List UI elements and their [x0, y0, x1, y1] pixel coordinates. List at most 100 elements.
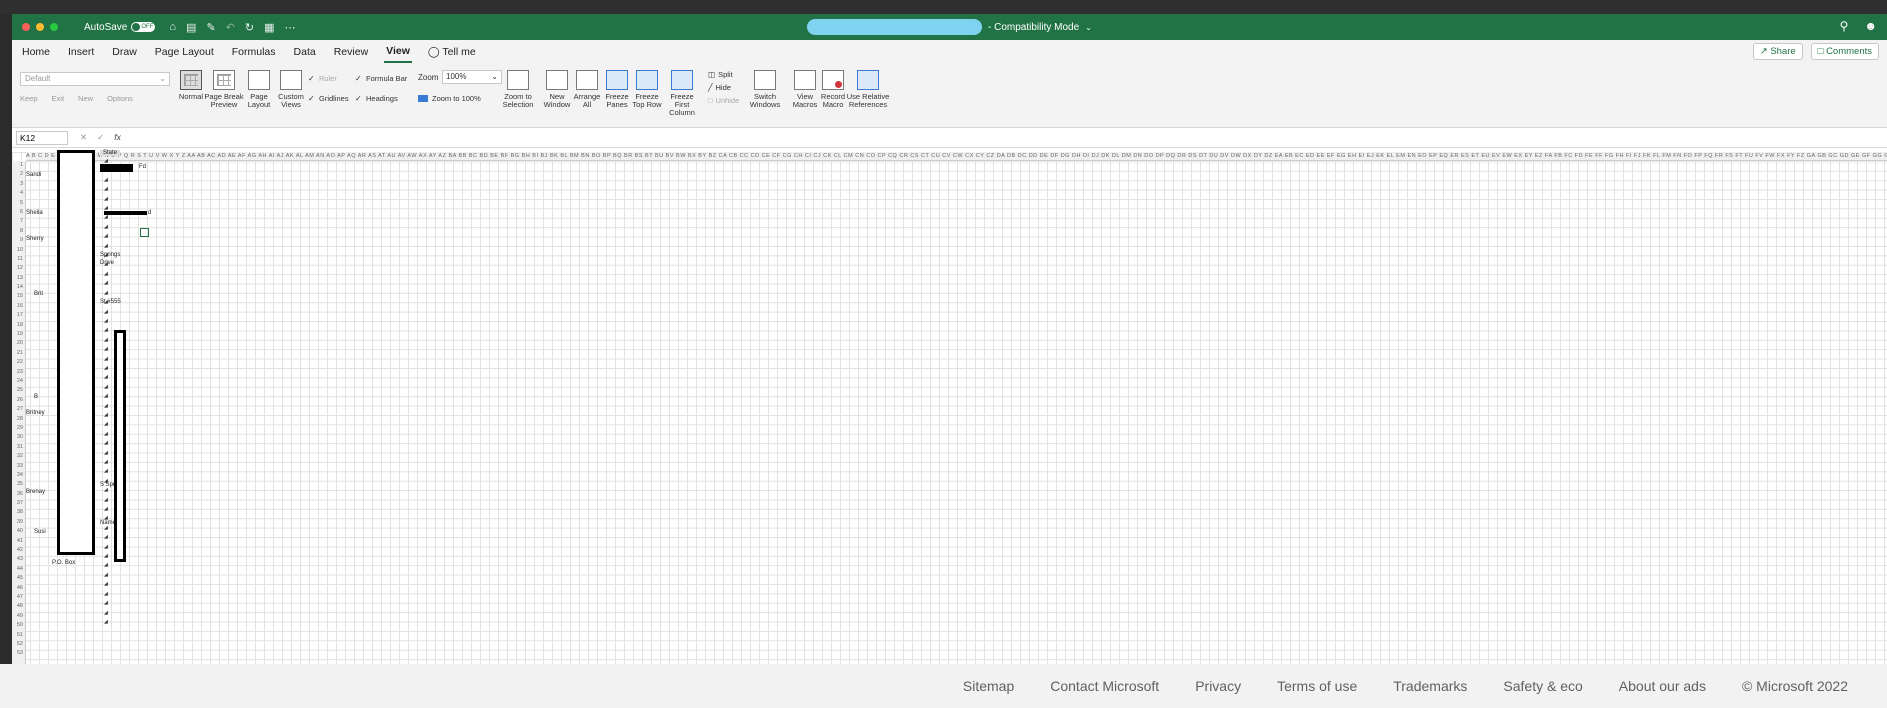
row-header[interactable]: 16 — [12, 302, 25, 311]
page-layout-button[interactable]: Page Layout — [244, 70, 274, 109]
record-macro-button[interactable]: Record Macro — [818, 70, 848, 109]
tab-draw[interactable]: Draw — [110, 42, 139, 62]
row-header[interactable]: 36 — [12, 490, 25, 499]
selected-cell-k12[interactable] — [140, 228, 149, 237]
tab-view[interactable]: View — [384, 41, 412, 63]
row-header[interactable]: 53 — [12, 649, 25, 658]
row-header[interactable]: 26 — [12, 396, 25, 405]
row-header[interactable]: 8 — [12, 227, 25, 236]
name-box[interactable]: K12 — [16, 130, 68, 145]
row-header[interactable]: 50 — [12, 621, 25, 630]
switch-windows-button[interactable]: Switch Windows — [748, 70, 782, 109]
tab-formulas[interactable]: Formulas — [230, 42, 278, 62]
edit-icon[interactable]: ✎ — [206, 21, 215, 34]
row-header[interactable]: 4 — [12, 189, 25, 198]
row-header[interactable]: 41 — [12, 537, 25, 546]
row-header[interactable]: 49 — [12, 612, 25, 621]
custom-views-button[interactable]: Custom Views — [274, 70, 308, 109]
footer-link-ads[interactable]: About our ads — [1619, 678, 1706, 694]
minimize-window-button[interactable] — [36, 23, 44, 31]
tab-insert[interactable]: Insert — [66, 42, 96, 62]
row-header[interactable]: 37 — [12, 499, 25, 508]
search-icon[interactable]: ⚲ — [1840, 19, 1849, 33]
options-button[interactable]: Options — [107, 94, 133, 103]
unhide-button[interactable]: □ Unhide — [708, 96, 739, 105]
row-header[interactable]: 39 — [12, 518, 25, 527]
row-header[interactable]: 43 — [12, 555, 25, 564]
new-button[interactable]: New — [78, 94, 93, 103]
row-header[interactable]: 28 — [12, 415, 25, 424]
footer-link-contact[interactable]: Contact Microsoft — [1050, 678, 1159, 694]
split-button[interactable]: ◫ Split — [708, 70, 733, 79]
row-header[interactable]: 7 — [12, 217, 25, 226]
person-icon[interactable]: ☻ — [1864, 19, 1877, 33]
row-header[interactable]: 11 — [12, 255, 25, 264]
footer-link-safety[interactable]: Safety & eco — [1503, 678, 1582, 694]
row-header[interactable]: 52 — [12, 640, 25, 649]
row-header[interactable]: 3 — [12, 180, 25, 189]
row-header[interactable]: 15 — [12, 292, 25, 301]
row-header[interactable]: 45 — [12, 574, 25, 583]
row-header[interactable]: 5 — [12, 199, 25, 208]
row-header[interactable]: 24 — [12, 377, 25, 386]
zoom-select[interactable]: 100% ⌄ — [442, 70, 502, 84]
row-header[interactable]: 23 — [12, 368, 25, 377]
gridlines-checkbox[interactable]: ✓ Gridlines — [308, 94, 349, 103]
tab-page-layout[interactable]: Page Layout — [153, 42, 216, 62]
row-header[interactable]: 25 — [12, 386, 25, 395]
worksheet-grid[interactable]: A B C D E F G H I J K L M N O P Q R S T … — [12, 150, 1887, 664]
row-header[interactable]: 35 — [12, 480, 25, 489]
row-header[interactable]: 17 — [12, 311, 25, 320]
new-window-button[interactable]: New Window — [542, 70, 572, 109]
row-header[interactable]: 1 — [12, 161, 25, 170]
row-header[interactable]: 14 — [12, 283, 25, 292]
footer-link-trademarks[interactable]: Trademarks — [1393, 678, 1467, 694]
ruler-checkbox[interactable]: ✓ Ruler — [308, 74, 337, 83]
row-header[interactable]: 42 — [12, 546, 25, 555]
row-header[interactable]: 18 — [12, 321, 25, 330]
undo-icon[interactable]: ↶ — [226, 21, 235, 34]
row-header[interactable]: 51 — [12, 631, 25, 640]
row-header[interactable]: 32 — [12, 452, 25, 461]
row-header[interactable]: 19 — [12, 330, 25, 339]
row-header[interactable]: 21 — [12, 349, 25, 358]
freeze-first-column-button[interactable]: Freeze First Column — [664, 70, 700, 117]
row-header[interactable]: 44 — [12, 565, 25, 574]
fx-icon[interactable]: fx — [114, 132, 121, 143]
cancel-icon[interactable]: ✕ — [80, 132, 87, 143]
keep-button[interactable]: Keep — [20, 94, 38, 103]
share-button[interactable]: ↗ Share — [1752, 43, 1803, 60]
save-icon[interactable]: ▤ — [186, 21, 196, 34]
footer-link-terms[interactable]: Terms of use — [1277, 678, 1357, 694]
tell-me[interactable]: ◯ Tell me — [426, 42, 478, 62]
close-window-button[interactable] — [22, 23, 30, 31]
arrange-all-button[interactable]: Arrange All — [572, 70, 602, 109]
normal-view-button[interactable]: Normal — [178, 70, 204, 101]
row-header[interactable]: 10 — [12, 246, 25, 255]
enter-icon[interactable]: ✓ — [97, 132, 104, 143]
row-header[interactable]: 34 — [12, 471, 25, 480]
more-icon[interactable]: ⋯ — [285, 21, 296, 34]
view-macros-button[interactable]: View Macros — [790, 70, 820, 109]
sheet-view-select[interactable]: Default ⌄ — [20, 72, 170, 86]
row-header[interactable]: 30 — [12, 433, 25, 442]
tab-home[interactable]: Home — [20, 42, 52, 62]
formula-bar-checkbox[interactable]: ✓ Formula Bar — [355, 74, 407, 83]
freeze-top-row-button[interactable]: Freeze Top Row — [632, 70, 662, 109]
comments-button[interactable]: □ Comments — [1810, 43, 1879, 60]
relative-references-button[interactable]: Use Relative References — [846, 70, 890, 109]
row-header[interactable]: 38 — [12, 508, 25, 517]
column-headers[interactable]: A B C D E F G H I J K L M N O P Q R S T … — [26, 152, 1887, 161]
exit-button[interactable]: Exit — [52, 94, 65, 103]
home-icon[interactable]: ⌂ — [169, 21, 176, 34]
footer-link-sitemap[interactable]: Sitemap — [963, 678, 1014, 694]
row-header[interactable]: 20 — [12, 339, 25, 348]
row-header[interactable]: 47 — [12, 593, 25, 602]
tab-review[interactable]: Review — [332, 42, 370, 62]
footer-link-privacy[interactable]: Privacy — [1195, 678, 1241, 694]
row-header[interactable]: 29 — [12, 424, 25, 433]
chevron-down-icon[interactable]: ⌄ — [1085, 23, 1092, 32]
table-icon[interactable]: ▦ — [264, 21, 274, 34]
page-break-preview-button[interactable]: Page Break Preview — [204, 70, 244, 109]
row-header[interactable]: 13 — [12, 274, 25, 283]
